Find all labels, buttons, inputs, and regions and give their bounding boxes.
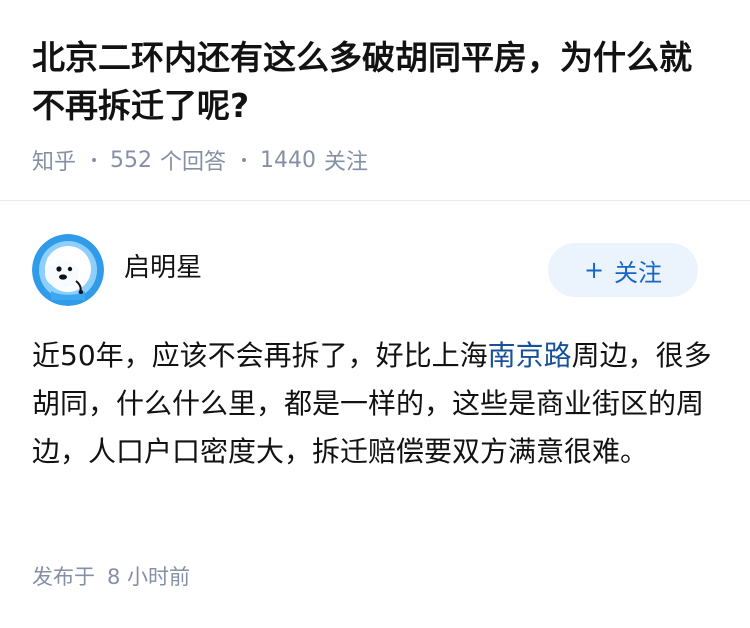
plus-icon: + [583, 256, 605, 284]
publish-label: 发布于 [32, 565, 95, 589]
question-title[interactable]: 北京二环内还有这么多破胡同平房，为什么就不再拆迁了呢? [32, 34, 722, 130]
publish-relative-time: 8 小时前 [107, 565, 191, 589]
source-label[interactable]: 知乎 [32, 144, 76, 176]
zhihu-answer-page: 北京二环内还有这么多破胡同平房，为什么就不再拆迁了呢? 知乎 552 个回答 1… [0, 0, 750, 628]
author-name[interactable]: 启明星 [124, 251, 202, 285]
meta-separator-dot [242, 158, 247, 162]
polar-bear-avatar-icon [32, 234, 104, 306]
publish-time: 发布于 8 小时前 [32, 562, 190, 592]
answer-count[interactable]: 552 [110, 148, 152, 173]
follow-button[interactable]: + 关注 [548, 243, 698, 297]
answer-content: 近50年，应该不会再拆了，好比上海南京路周边，很多胡同，什么什么里，都是一样的，… [32, 332, 712, 476]
meta-separator-dot [92, 158, 97, 162]
question-header: 北京二环内还有这么多破胡同平房，为什么就不再拆迁了呢? 知乎 552 个回答 1… [0, 0, 750, 201]
follower-count-label[interactable]: 关注 [324, 144, 368, 176]
answer-text-before-link: 近50年，应该不会再拆了，好比上海 [32, 339, 488, 372]
avatar[interactable] [32, 234, 104, 306]
question-meta: 知乎 552 个回答 1440 关注 [32, 144, 368, 176]
answer-count-label[interactable]: 个回答 [160, 144, 226, 176]
answer-author-row: 启明星 + 关注 [32, 234, 698, 306]
follower-count[interactable]: 1440 [260, 148, 316, 173]
follow-button-label: 关注 [614, 258, 663, 287]
nanjing-road-link[interactable]: 南京路 [488, 339, 572, 372]
